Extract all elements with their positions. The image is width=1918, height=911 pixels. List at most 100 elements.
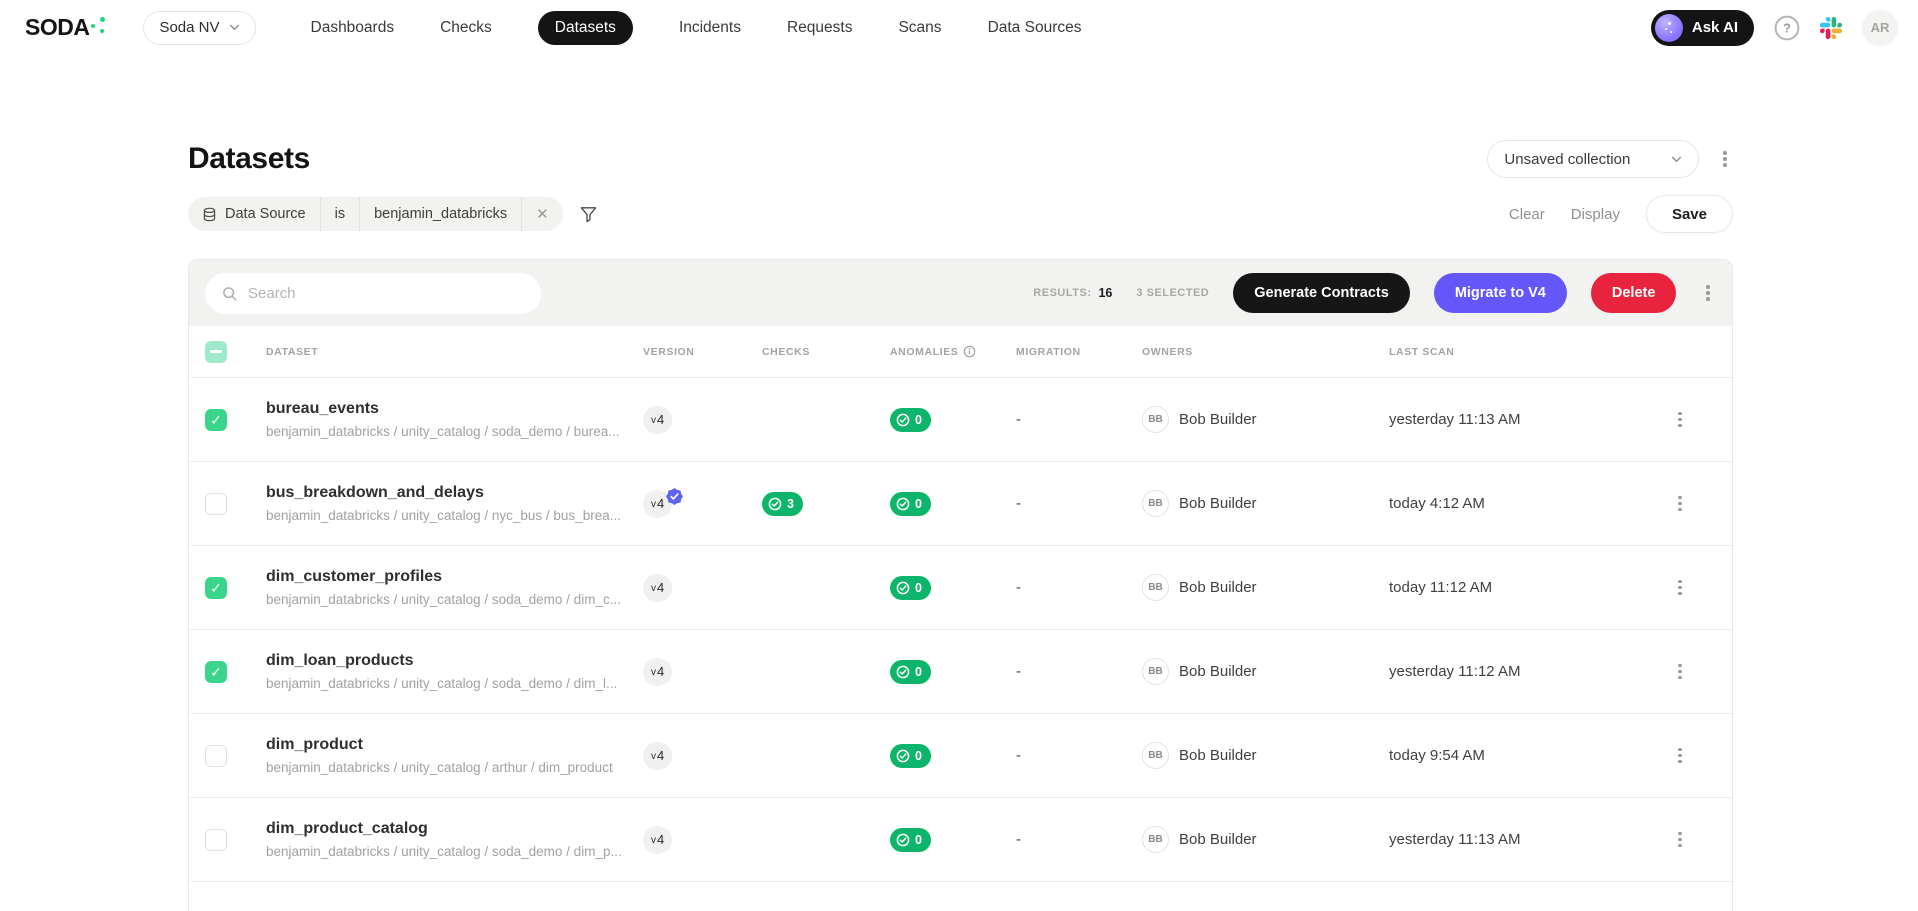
soda-logo[interactable]: SODA	[25, 14, 106, 41]
info-icon[interactable]	[963, 345, 976, 358]
dataset-cell: bureau_events benjamin_databricks / unity…	[266, 400, 643, 439]
dataset-name-link[interactable]: bus_breakdown_and_delays	[266, 484, 484, 502]
ask-ai-label: Ask AI	[1691, 19, 1738, 36]
version-prefix: v	[651, 750, 656, 762]
search-input[interactable]	[248, 284, 525, 302]
dataset-path: benjamin_databricks / unity_catalog / ar…	[266, 760, 613, 775]
version-cell: v4	[643, 657, 762, 686]
clear-button[interactable]: Clear	[1509, 206, 1545, 223]
row-checkbox[interactable]: ✓	[205, 660, 227, 683]
column-header-dataset[interactable]: DATASET	[266, 346, 643, 358]
nav-links: Dashboards Checks Datasets Incidents Request…	[311, 10, 1082, 45]
row-actions-cell	[1672, 658, 1732, 686]
owner-name: Bob Builder	[1179, 663, 1257, 680]
display-button[interactable]: Display	[1571, 206, 1620, 223]
row-menu-kebab-icon[interactable]	[1672, 574, 1688, 602]
dataset-name-link[interactable]: dim_customer_profiles	[266, 568, 442, 586]
owner: BB Bob Builder	[1142, 658, 1389, 685]
filter-operator[interactable]: is	[319, 197, 359, 231]
column-header-migration[interactable]: MIGRATION	[1016, 346, 1142, 358]
row-checkbox[interactable]: ✓	[205, 576, 227, 599]
row-checkbox[interactable]	[205, 492, 227, 515]
org-selector[interactable]: Soda NV	[143, 10, 256, 45]
owner: BB Bob Builder	[1142, 826, 1389, 853]
nav-item-incidents[interactable]: Incidents	[679, 19, 741, 37]
nav-item-data-sources[interactable]: Data Sources	[988, 19, 1082, 37]
version-cell: v4	[643, 741, 762, 770]
row-menu-kebab-icon[interactable]	[1672, 826, 1688, 854]
checks-badge[interactable]: 3	[762, 491, 803, 516]
anomalies-count: 0	[915, 748, 922, 763]
row-checkbox[interactable]: ✓	[205, 408, 227, 431]
nav-item-requests[interactable]: Requests	[787, 19, 852, 37]
anomalies-badge[interactable]: 0	[890, 407, 931, 432]
anomalies-count: 0	[915, 496, 922, 511]
column-header-anomalies[interactable]: ANOMALIES	[890, 345, 1016, 358]
row-checkbox[interactable]	[205, 828, 227, 851]
dataset-name-link[interactable]: dim_loan_products	[266, 652, 414, 670]
anomalies-badge[interactable]: 0	[890, 659, 931, 684]
save-button[interactable]: Save	[1645, 195, 1733, 233]
row-actions-cell	[1672, 826, 1732, 854]
version-badge: v4	[643, 657, 673, 686]
nav-item-checks[interactable]: Checks	[440, 19, 492, 37]
generate-contracts-button[interactable]: Generate Contracts	[1233, 273, 1410, 313]
page-menu-kebab-icon[interactable]	[1717, 145, 1733, 173]
filter-field[interactable]: Data Source	[188, 197, 320, 231]
dataset-path: benjamin_databricks / unity_catalog / ny…	[266, 508, 621, 523]
migration-cell: -	[1016, 663, 1142, 681]
collection-selector[interactable]: Unsaved collection	[1487, 140, 1700, 178]
version-badge: v4	[643, 741, 673, 770]
column-header-checks[interactable]: CHECKS	[762, 346, 890, 358]
migration-value: -	[1016, 578, 1021, 596]
row-checkbox[interactable]	[205, 744, 227, 767]
dataset-cell: dim_product benjamin_databricks / unity_c…	[266, 736, 643, 775]
dataset-path: benjamin_databricks / unity_catalog / so…	[266, 424, 620, 439]
dataset-name-link[interactable]: dim_product	[266, 736, 363, 754]
filter-value[interactable]: benjamin_databricks	[359, 197, 521, 231]
user-avatar[interactable]: AR	[1862, 9, 1898, 46]
nav-right: Ask AI ? AR	[1650, 9, 1898, 46]
anomalies-cell: 0	[890, 491, 1016, 516]
column-header-owners[interactable]: OWNERS	[1142, 346, 1389, 358]
minus-icon	[210, 350, 222, 353]
row-menu-kebab-icon[interactable]	[1672, 742, 1688, 770]
last-scan-value: today 4:12 AM	[1389, 494, 1485, 512]
column-header-last-scan[interactable]: LAST SCAN	[1389, 346, 1672, 358]
help-icon[interactable]: ?	[1774, 15, 1800, 41]
filter-funnel-icon[interactable]	[579, 205, 598, 224]
migration-value: -	[1016, 662, 1021, 680]
anomalies-badge[interactable]: 0	[890, 575, 931, 600]
dataset-name-link[interactable]: bureau_events	[266, 400, 379, 418]
nav-item-scans[interactable]: Scans	[898, 19, 941, 37]
row-menu-kebab-icon[interactable]	[1672, 406, 1688, 434]
owner: BB Bob Builder	[1142, 574, 1389, 601]
dataset-name-link[interactable]: dim_product_catalog	[266, 820, 428, 838]
row-menu-kebab-icon[interactable]	[1672, 490, 1688, 518]
last-scan-value: yesterday 11:12 AM	[1389, 662, 1521, 680]
filter-chip: Data Source is benjamin_databricks ✕	[188, 197, 563, 231]
toolbar-kebab-icon[interactable]	[1700, 279, 1716, 307]
datasets-card: RESULTS: 16 3 SELECTED Generate Contract…	[188, 259, 1733, 911]
column-header-version[interactable]: VERSION	[643, 346, 762, 358]
anomalies-badge[interactable]: 0	[890, 491, 931, 516]
version-badge: v4	[643, 573, 673, 602]
slack-icon[interactable]	[1820, 16, 1842, 39]
anomalies-badge[interactable]: 0	[890, 743, 931, 768]
nav-item-datasets[interactable]: Datasets	[537, 10, 633, 45]
nav-item-dashboards[interactable]: Dashboards	[311, 19, 395, 37]
anomalies-badge[interactable]: 0	[890, 827, 931, 852]
soda-logo-dots-icon	[91, 14, 106, 34]
check-circle-icon	[896, 581, 910, 595]
delete-button[interactable]: Delete	[1590, 273, 1677, 313]
version-number: 4	[657, 412, 665, 427]
anomalies-count: 0	[915, 832, 922, 847]
column-header-anomalies-label: ANOMALIES	[890, 345, 959, 358]
row-menu-kebab-icon[interactable]	[1672, 658, 1688, 686]
migrate-to-v4-button[interactable]: Migrate to V4	[1433, 273, 1567, 313]
ask-ai-button[interactable]: Ask AI	[1650, 9, 1754, 46]
filter-remove-button[interactable]: ✕	[521, 197, 563, 231]
check-circle-icon	[768, 497, 782, 511]
dataset-path: benjamin_databricks / unity_catalog / so…	[266, 844, 622, 859]
select-all-checkbox[interactable]	[205, 340, 227, 363]
